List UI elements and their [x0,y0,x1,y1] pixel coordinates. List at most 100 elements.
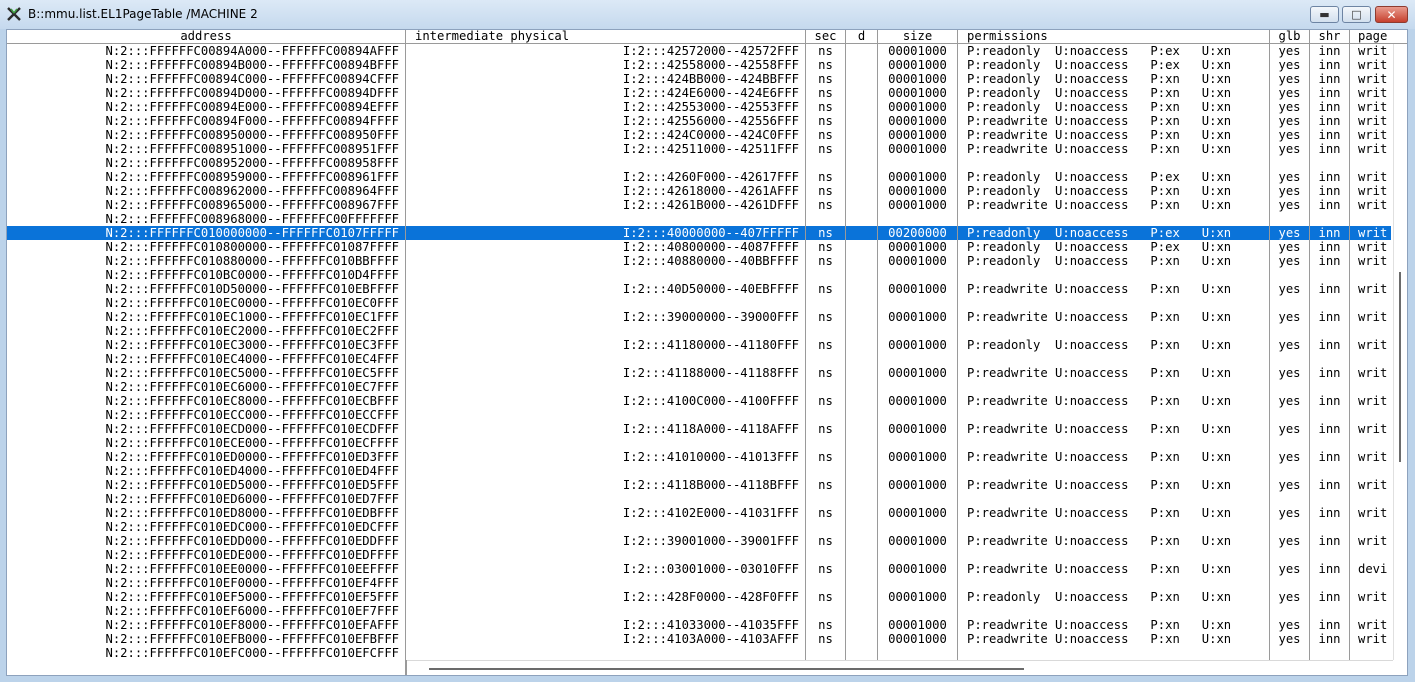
table-row[interactable]: N:2:::FFFFFFC010EC4000--FFFFFFC010EC4FFF [7,352,1391,366]
column-header-address[interactable]: address [7,30,406,43]
table-row[interactable]: N:2:::FFFFFFC010EF6000--FFFFFFC010EF7FFF [7,604,1391,618]
column-header-size[interactable]: size [878,30,958,43]
shr-cell [1310,352,1349,366]
vertical-scroll-thumb[interactable] [1399,272,1401,462]
table-row[interactable]: N:2:::FFFFFFC010EFB000--FFFFFFC010EFBFFF… [7,632,1391,646]
table-row[interactable]: N:2:::FFFFFFC010EC3000--FFFFFFC010EC3FFF… [7,338,1391,352]
permissions-cell [967,156,1269,170]
table-row[interactable]: N:2:::FFFFFFC010EDD000--FFFFFFC010EDDFFF… [7,534,1391,548]
column-divider[interactable] [877,30,878,660]
table-row[interactable]: N:2:::FFFFFFC010EC8000--FFFFFFC010ECBFFF… [7,394,1391,408]
table-row[interactable]: N:2:::FFFFFFC00894F000--FFFFFFC00894FFFF… [7,114,1391,128]
shr-cell: inn [1318,254,1341,268]
table-row[interactable]: N:2:::FFFFFFC00894B000--FFFFFFC00894BFFF… [7,58,1391,72]
table-row[interactable]: N:2:::FFFFFFC00894C000--FFFFFFC00894CFFF… [7,72,1391,86]
column-header-shr[interactable]: shr [1310,30,1350,43]
close-icon: ✕ [1386,7,1397,22]
table-row[interactable]: N:2:::FFFFFFC010D50000--FFFFFFC010EBFFFF… [7,282,1391,296]
vertical-scrollbar[interactable] [1393,44,1407,660]
page-table-rows[interactable]: N:2:::FFFFFFC00894A000--FFFFFFC00894AFFF… [7,44,1391,660]
sec-cell [806,492,845,506]
minimize-button[interactable]: ▬ [1310,6,1339,23]
table-row[interactable]: N:2:::FFFFFFC010EDE000--FFFFFFC010EDFFFF [7,548,1391,562]
intermediate-physical-cell [406,380,799,394]
table-row[interactable]: N:2:::FFFFFFC008965000--FFFFFFC008967FFF… [7,198,1391,212]
table-row[interactable]: N:2:::FFFFFFC010ED5000--FFFFFFC010ED5FFF… [7,478,1391,492]
address-cell: N:2:::FFFFFFC010EC6000--FFFFFFC010EC7FFF [105,380,400,394]
size-cell [878,296,957,310]
table-row[interactable]: N:2:::FFFFFFC008951000--FFFFFFC008951FFF… [7,142,1391,156]
table-row[interactable]: N:2:::FFFFFFC010880000--FFFFFFC010BBFFFF… [7,254,1391,268]
intermediate-physical-cell [406,352,799,366]
permissions-cell: P:readwrite U:noaccess P:xn U:xn [967,450,1232,464]
column-header-intermediate-physical[interactable]: intermediate physical [406,30,806,43]
table-row[interactable]: N:2:::FFFFFFC010EE0000--FFFFFFC010EEFFFF… [7,562,1391,576]
sec-cell [806,352,845,366]
column-header-d[interactable]: d [846,30,878,43]
selected-table-row[interactable]: N:2:::FFFFFFC010000000--FFFFFFC0107FFFFF… [7,226,1391,240]
sec-cell: ns [818,562,833,576]
table-row[interactable]: N:2:::FFFFFFC010EDC000--FFFFFFC010EDCFFF [7,520,1391,534]
address-cell: N:2:::FFFFFFC010EC1000--FFFFFFC010EC1FFF [105,310,400,324]
permissions-cell: P:readonly U:noaccess P:ex U:xn [967,226,1232,240]
column-divider[interactable] [1349,30,1350,660]
column-divider[interactable] [957,30,958,660]
page-cell: writ [1358,58,1388,72]
column-header-sec[interactable]: sec [806,30,846,43]
table-row[interactable]: N:2:::FFFFFFC010EC5000--FFFFFFC010EC5FFF… [7,366,1391,380]
column-divider[interactable] [405,30,406,660]
column-header-permissions[interactable]: permissions [958,30,1270,43]
table-row[interactable]: N:2:::FFFFFFC008959000--FFFFFFC008961FFF… [7,170,1391,184]
maximize-button[interactable]: □ [1342,6,1371,23]
column-divider[interactable] [1309,30,1310,660]
close-button[interactable]: ✕ [1375,6,1408,23]
table-row[interactable]: N:2:::FFFFFFC010EC6000--FFFFFFC010EC7FFF [7,380,1391,394]
table-row[interactable]: N:2:::FFFFFFC010EC1000--FFFFFFC010EC1FFF… [7,310,1391,324]
table-row[interactable]: N:2:::FFFFFFC010ED0000--FFFFFFC010ED3FFF… [7,450,1391,464]
table-row[interactable]: N:2:::FFFFFFC010ED8000--FFFFFFC010EDBFFF… [7,506,1391,520]
address-cell: N:2:::FFFFFFC010ED0000--FFFFFFC010ED3FFF [105,450,400,464]
shr-cell: inn [1318,450,1341,464]
table-row[interactable]: N:2:::FFFFFFC010ECD000--FFFFFFC010ECDFFF… [7,422,1391,436]
table-row[interactable]: N:2:::FFFFFFC010ED4000--FFFFFFC010ED4FFF [7,464,1391,478]
horizontal-scroll-thumb[interactable] [429,668,1024,670]
table-row[interactable]: N:2:::FFFFFFC010ECE000--FFFFFFC010ECFFFF [7,436,1391,450]
table-row[interactable]: N:2:::FFFFFFC008968000--FFFFFFC00FFFFFFF [7,212,1391,226]
table-row[interactable]: N:2:::FFFFFFC008950000--FFFFFFC008950FFF… [7,128,1391,142]
table-row[interactable]: N:2:::FFFFFFC010EFC000--FFFFFFC010EFCFFF [7,646,1391,660]
address-cell: N:2:::FFFFFFC010EE0000--FFFFFFC010EEFFFF [105,562,400,576]
permissions-cell: P:readwrite U:noaccess P:xn U:xn [967,114,1232,128]
column-divider[interactable] [1269,30,1270,660]
table-row[interactable]: N:2:::FFFFFFC00894E000--FFFFFFC00894EFFF… [7,100,1391,114]
shr-cell [1310,492,1349,506]
page-cell: writ [1358,394,1388,408]
table-row[interactable]: N:2:::FFFFFFC010EC2000--FFFFFFC010EC2FFF [7,324,1391,338]
table-row[interactable]: N:2:::FFFFFFC008952000--FFFFFFC008958FFF [7,156,1391,170]
size-cell: 00001000 [888,562,947,576]
table-row[interactable]: N:2:::FFFFFFC010ED6000--FFFFFFC010ED7FFF [7,492,1391,506]
column-header-page[interactable]: page [1350,30,1407,43]
table-row[interactable]: N:2:::FFFFFFC010EF5000--FFFFFFC010EF5FFF… [7,590,1391,604]
table-row[interactable]: N:2:::FFFFFFC00894D000--FFFFFFC00894DFFF… [7,86,1391,100]
table-row[interactable]: N:2:::FFFFFFC010BC0000--FFFFFFC010D4FFFF [7,268,1391,282]
table-row[interactable]: N:2:::FFFFFFC010EF0000--FFFFFFC010EF4FFF [7,576,1391,590]
table-row[interactable]: N:2:::FFFFFFC010EC0000--FFFFFFC010EC0FFF [7,296,1391,310]
table-row[interactable]: N:2:::FFFFFFC010ECC000--FFFFFFC010ECCFFF [7,408,1391,422]
table-row[interactable]: N:2:::FFFFFFC00894A000--FFFFFFC00894AFFF… [7,44,1391,58]
address-cell: N:2:::FFFFFFC010800000--FFFFFFC01087FFFF [105,240,400,254]
page-cell: writ [1358,72,1388,86]
table-row[interactable]: N:2:::FFFFFFC008962000--FFFFFFC008964FFF… [7,184,1391,198]
size-cell: 00001000 [888,366,947,380]
permissions-cell [967,268,1269,282]
table-row[interactable]: N:2:::FFFFFFC010800000--FFFFFFC01087FFFF… [7,240,1391,254]
horizontal-scrollbar[interactable] [407,660,1393,675]
x-app-icon[interactable] [6,6,22,22]
glb-cell: yes [1278,506,1301,520]
d-cell [846,394,877,408]
column-divider[interactable] [805,30,806,660]
column-header-glb[interactable]: glb [1270,30,1310,43]
table-row[interactable]: N:2:::FFFFFFC010EF8000--FFFFFFC010EFAFFF… [7,618,1391,632]
column-divider[interactable] [845,30,846,660]
d-cell [846,240,877,254]
shr-cell [1310,604,1349,618]
